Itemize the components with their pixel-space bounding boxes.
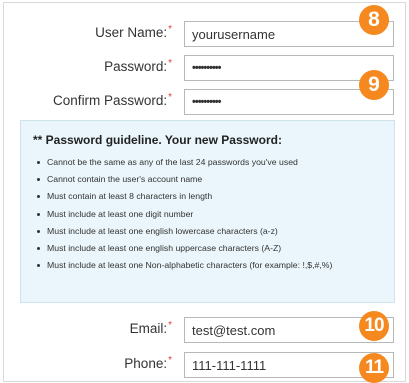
required-asterisk: * bbox=[168, 24, 172, 35]
step-badge-8: 8 bbox=[359, 5, 389, 35]
guideline-item: Must include at least one Non-alphabetic… bbox=[37, 257, 384, 274]
username-label: User Name:* bbox=[95, 24, 172, 40]
guideline-item: Cannot be the same as any of the last 24… bbox=[37, 154, 384, 171]
phone-label-text: Phone: bbox=[124, 356, 168, 371]
step-badge-10: 10 bbox=[359, 311, 389, 341]
required-asterisk: * bbox=[168, 92, 172, 103]
password-guideline-box: ** Password guideline. Your new Password… bbox=[20, 120, 395, 303]
required-asterisk: * bbox=[168, 58, 172, 69]
step-badge-9: 9 bbox=[359, 70, 389, 100]
guideline-item: Cannot contain the user's account name bbox=[37, 171, 384, 188]
required-asterisk: * bbox=[168, 320, 172, 331]
confirm-password-label: Confirm Password:* bbox=[53, 92, 172, 108]
confirm-password-row: Confirm Password:* bbox=[4, 87, 407, 117]
guideline-item: Must include at least one english upperc… bbox=[37, 240, 384, 257]
required-asterisk: * bbox=[168, 355, 172, 366]
guideline-list: Cannot be the same as any of the last 24… bbox=[33, 154, 384, 274]
phone-label: Phone:* bbox=[124, 355, 172, 371]
registration-form: User Name:* Password:* Confirm Password:… bbox=[3, 2, 406, 382]
email-row: Email:* bbox=[4, 315, 407, 345]
email-label: Email:* bbox=[129, 320, 172, 336]
guideline-item: Must contain at least 8 characters in le… bbox=[37, 188, 384, 205]
username-row: User Name:* bbox=[4, 19, 407, 49]
guideline-item: Must include at least one english lowerc… bbox=[37, 223, 384, 240]
password-label: Password:* bbox=[104, 58, 172, 74]
phone-row: Phone:* bbox=[4, 350, 407, 380]
confirm-password-label-text: Confirm Password: bbox=[53, 93, 168, 108]
guideline-title: ** Password guideline. Your new Password… bbox=[33, 133, 282, 147]
step-badge-11: 11 bbox=[359, 353, 389, 383]
password-label-text: Password: bbox=[104, 59, 168, 74]
guideline-item: Must include at least one digit number bbox=[37, 206, 384, 223]
email-label-text: Email: bbox=[129, 321, 168, 336]
username-label-text: User Name: bbox=[95, 25, 168, 40]
password-row: Password:* bbox=[4, 53, 407, 83]
